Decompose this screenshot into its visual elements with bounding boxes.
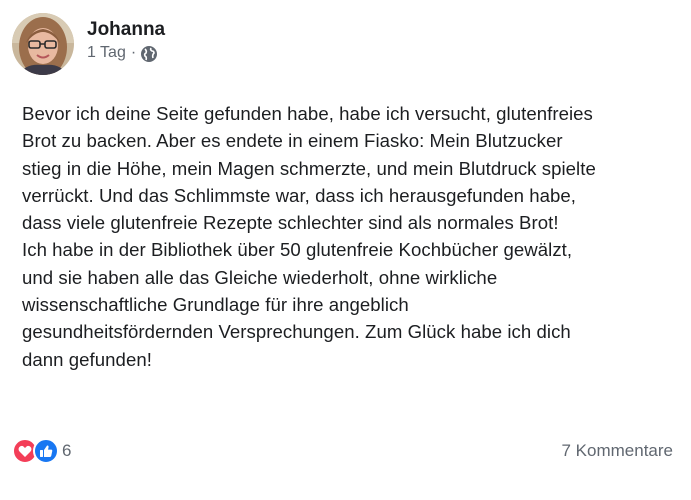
post-card: Johanna 1 Tag · Bevor ich deine Seite ge… — [0, 0, 691, 500]
reactions-summary[interactable]: 6 — [12, 438, 71, 464]
post-footer: 6 7 Kommentare — [12, 437, 673, 465]
thumbs-up-icon — [33, 438, 59, 464]
post-meta: Johanna 1 Tag · — [87, 13, 165, 63]
author-name[interactable]: Johanna — [87, 19, 165, 41]
post-header: Johanna 1 Tag · — [12, 13, 165, 77]
separator-dot: · — [130, 44, 137, 61]
reaction-count: 6 — [62, 441, 72, 460]
post-subline: 1 Tag · — [87, 43, 165, 63]
comments-link[interactable]: 7 Kommentare — [562, 441, 674, 461]
post-text: Bevor ich deine Seite gefunden habe, hab… — [22, 103, 596, 370]
post-timestamp[interactable]: 1 Tag — [87, 43, 126, 63]
avatar-image — [12, 13, 74, 75]
avatar[interactable] — [12, 13, 74, 75]
globe-icon[interactable] — [140, 45, 158, 63]
